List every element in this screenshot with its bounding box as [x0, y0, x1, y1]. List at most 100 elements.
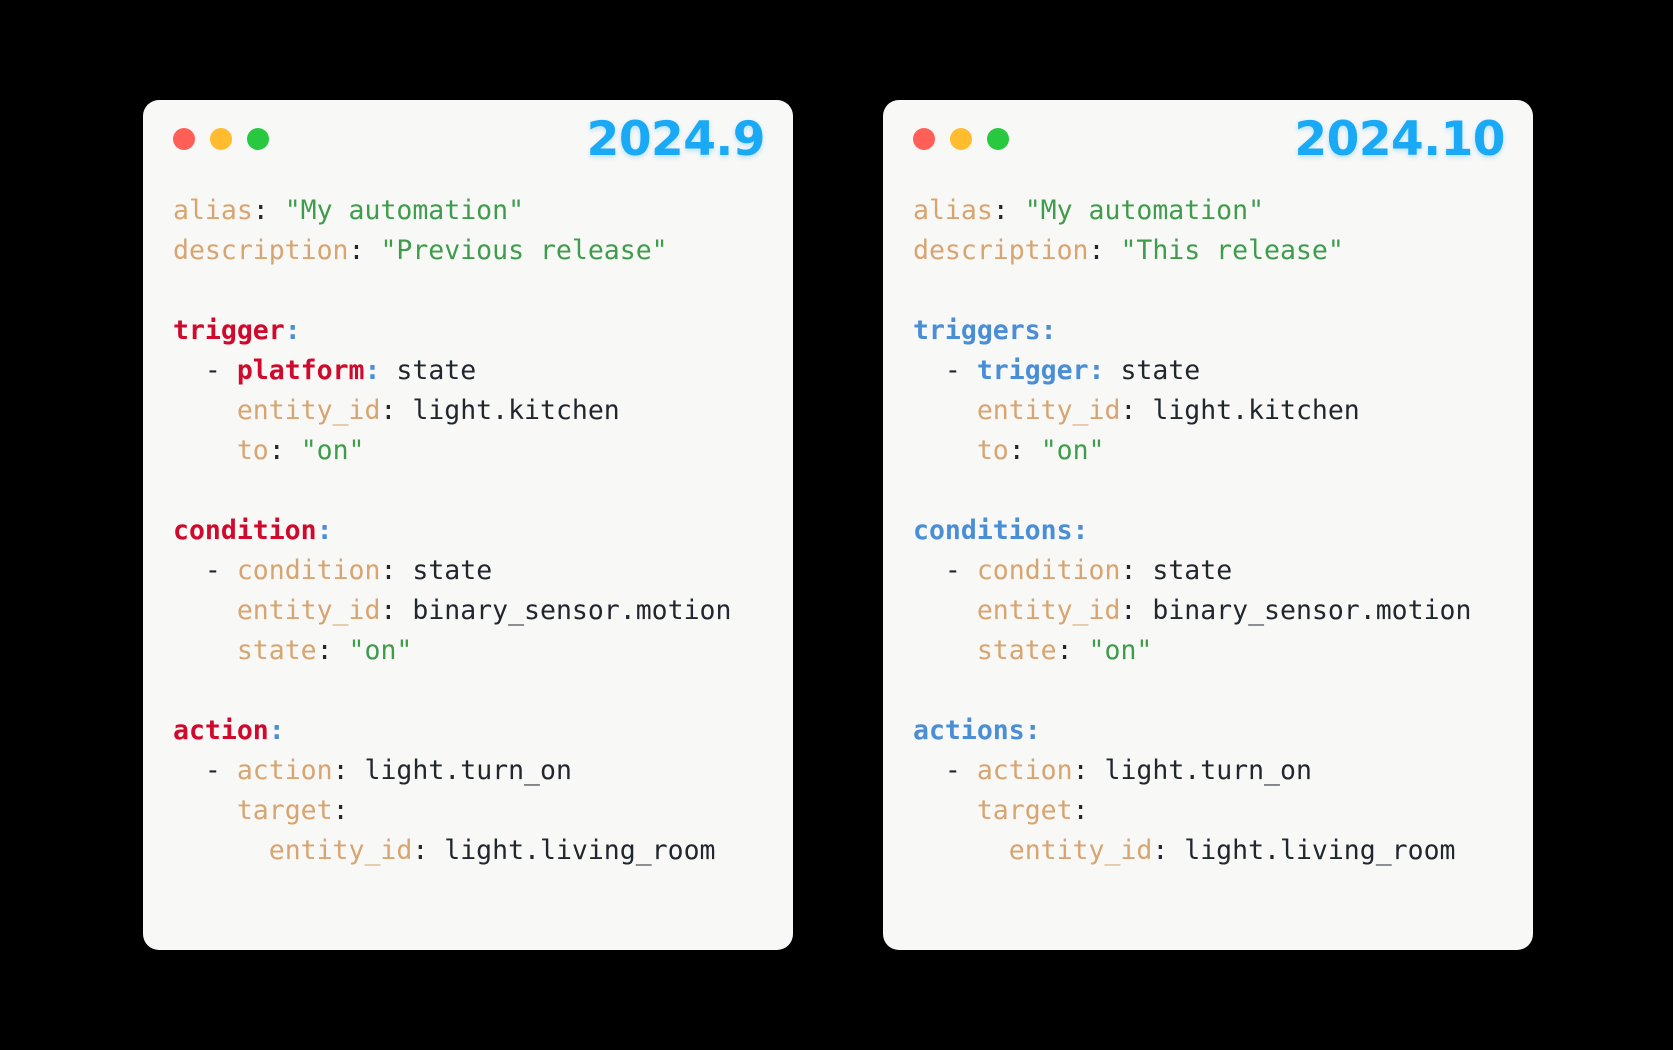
yaml-space: [364, 235, 380, 266]
code-line: to: "on": [173, 431, 793, 471]
yaml-space: [1136, 395, 1152, 426]
yaml-colon: :: [1024, 715, 1041, 746]
yaml-colon: :: [1120, 595, 1137, 626]
yaml-code-block: alias: "My automation" description: "Prev…: [143, 178, 793, 871]
yaml-space: [269, 195, 285, 226]
yaml-key: to: [976, 435, 1009, 466]
yaml-space: [1073, 635, 1089, 666]
code-line: action:: [173, 711, 793, 751]
yaml-space: [1025, 435, 1041, 466]
yaml-code-block: alias: "My automation" description: "This…: [883, 178, 1533, 871]
yaml-colon: :: [380, 595, 397, 626]
minimize-icon[interactable]: [950, 128, 972, 150]
yaml-colon: :: [1040, 315, 1057, 346]
yaml-colon: :: [1152, 835, 1169, 866]
close-icon[interactable]: [913, 128, 935, 150]
yaml-key: target: [976, 795, 1073, 826]
yaml-space: [1089, 755, 1105, 786]
yaml-space: [380, 355, 396, 386]
yaml-colon: :: [284, 315, 301, 346]
code-line: state: "on": [913, 631, 1533, 671]
yaml-colon: :: [412, 835, 429, 866]
yaml-value: "My automation": [284, 195, 525, 226]
card-this-release: 2024.10 alias: "My automation" descriptio…: [883, 100, 1533, 950]
yaml-value: state: [412, 555, 493, 586]
yaml-colon: :: [268, 715, 285, 746]
yaml-key: entity_id: [1008, 835, 1153, 866]
yaml-value: "on": [1088, 635, 1153, 666]
code-line: description: "Previous release": [173, 231, 793, 271]
yaml-space: [428, 835, 444, 866]
card-previous-release: 2024.9 alias: "My automation" description…: [143, 100, 793, 950]
yaml-value: light.living_room: [1184, 835, 1456, 866]
code-line: - platform: state: [173, 351, 793, 391]
code-line: - condition: state: [173, 551, 793, 591]
window-controls: [913, 128, 1009, 150]
yaml-key: condition: [976, 555, 1121, 586]
yaml-value: "This release": [1120, 235, 1344, 266]
yaml-key: condition: [236, 555, 381, 586]
yaml-key: state: [976, 635, 1057, 666]
code-line: - trigger: state: [913, 351, 1533, 391]
yaml-colon: :: [332, 755, 349, 786]
yaml-value: "on": [300, 435, 365, 466]
code-line: entity_id: light.kitchen: [173, 391, 793, 431]
maximize-icon[interactable]: [987, 128, 1009, 150]
yaml-space: [349, 755, 365, 786]
code-line: entity_id: light.living_room: [913, 831, 1533, 871]
list-dash: -: [944, 755, 977, 786]
yaml-colon: :: [1088, 235, 1105, 266]
code-line: triggers:: [913, 311, 1533, 351]
yaml-colon: :: [348, 235, 365, 266]
list-dash: -: [944, 555, 977, 586]
yaml-key: alias: [173, 195, 253, 226]
code-line: conditions:: [913, 511, 1533, 551]
yaml-key: actions: [913, 715, 1025, 746]
yaml-space: [1105, 355, 1121, 386]
window-titlebar: 2024.9: [143, 100, 793, 178]
yaml-space: [1136, 595, 1152, 626]
yaml-key: entity_id: [236, 395, 381, 426]
yaml-key: target: [236, 795, 333, 826]
yaml-colon: :: [992, 195, 1009, 226]
yaml-value: light.turn_on: [1104, 755, 1312, 786]
code-line: alias: "My automation": [913, 191, 1533, 231]
yaml-value: binary_sensor.motion: [1152, 595, 1472, 626]
close-icon[interactable]: [173, 128, 195, 150]
code-line: - condition: state: [913, 551, 1533, 591]
yaml-value: state: [1152, 555, 1233, 586]
code-line: entity_id: binary_sensor.motion: [913, 591, 1533, 631]
yaml-key: platform: [236, 355, 365, 386]
yaml-value: light.kitchen: [412, 395, 620, 426]
yaml-colon: :: [380, 555, 397, 586]
minimize-icon[interactable]: [210, 128, 232, 150]
yaml-space: [285, 435, 301, 466]
yaml-colon: :: [332, 795, 349, 826]
yaml-key: description: [173, 235, 349, 266]
list-dash: -: [204, 355, 237, 386]
version-label: 2024.10: [1294, 111, 1505, 167]
yaml-colon: :: [252, 195, 269, 226]
yaml-value: state: [396, 355, 477, 386]
code-line: trigger:: [173, 311, 793, 351]
yaml-space: [1104, 235, 1120, 266]
code-line: description: "This release": [913, 231, 1533, 271]
yaml-value: "on": [348, 635, 413, 666]
maximize-icon[interactable]: [247, 128, 269, 150]
